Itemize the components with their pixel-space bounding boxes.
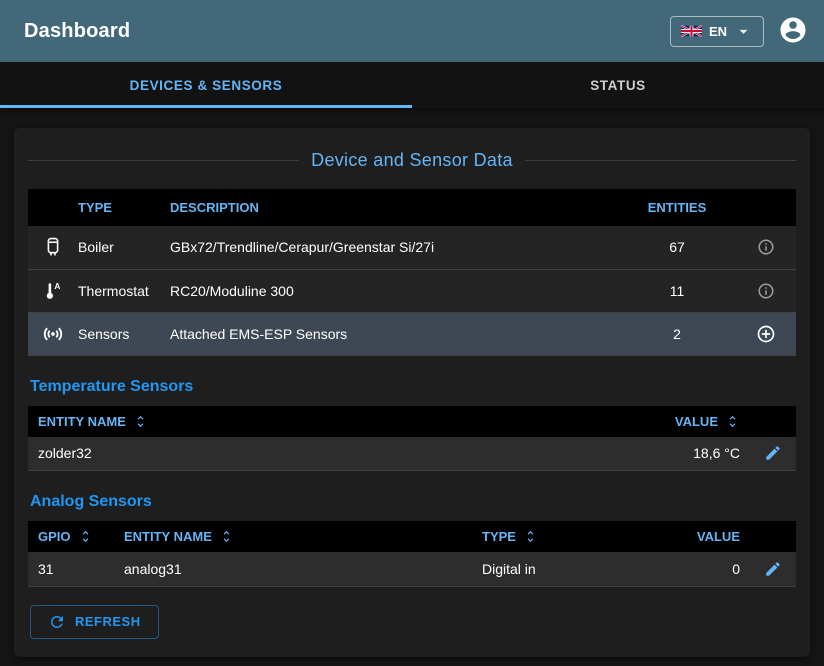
- column-label: TYPE: [482, 529, 516, 544]
- edit-icon[interactable]: [750, 437, 796, 471]
- column-header-entities: ENTITIES: [618, 189, 736, 226]
- edit-icon[interactable]: [750, 552, 796, 586]
- language-label: EN: [709, 24, 727, 39]
- info-icon[interactable]: [736, 226, 796, 269]
- column-header-icon: [28, 189, 78, 226]
- svg-text:A: A: [54, 281, 60, 290]
- refresh-label: REFRESH: [75, 614, 141, 629]
- card-title-row: Device and Sensor Data: [28, 150, 796, 171]
- column-header-type[interactable]: TYPE: [472, 521, 658, 552]
- column-label: GPIO: [38, 529, 71, 544]
- dashboard-card: Device and Sensor Data TYPE DESCRIPTION …: [14, 128, 810, 657]
- chevron-down-icon: [734, 22, 753, 41]
- sensor-type: Digital in: [472, 552, 658, 586]
- column-label: ENTITY NAME: [124, 529, 212, 544]
- divider: [525, 160, 796, 161]
- temperature-sensors-table: ENTITY NAME VALUE zolder32: [28, 406, 796, 472]
- device-type: Boiler: [78, 226, 170, 269]
- table-row-thermostat[interactable]: A Thermostat RC20/Moduline 300 11: [28, 269, 796, 312]
- info-icon[interactable]: [736, 269, 796, 312]
- page-title: Dashboard: [24, 20, 130, 43]
- device-type: Sensors: [78, 312, 170, 355]
- app-header: Dashboard EN: [0, 0, 824, 62]
- account-circle-icon: [778, 15, 808, 48]
- column-header-gpio[interactable]: GPIO: [28, 521, 114, 552]
- device-table-header-row: TYPE DESCRIPTION ENTITIES: [28, 189, 796, 226]
- sensor-entity-name: zolder32: [28, 437, 580, 471]
- table-row-sensors[interactable]: Sensors Attached EMS-ESP Sensors 2: [28, 312, 796, 355]
- table-row-analog-sensor[interactable]: 31 analog31 Digital in 0: [28, 552, 796, 586]
- add-circle-icon[interactable]: [736, 312, 796, 355]
- appbar-actions: EN: [670, 15, 808, 48]
- device-entities-count: 2: [618, 312, 736, 355]
- unfold-more-icon: [725, 414, 740, 429]
- sensor-value: 18,6 °C: [580, 437, 750, 471]
- unfold-more-icon: [523, 529, 538, 544]
- table-row-temperature-sensor[interactable]: zolder32 18,6 °C: [28, 437, 796, 471]
- device-type: Thermostat: [78, 269, 170, 312]
- column-header-entity-name[interactable]: ENTITY NAME: [28, 406, 580, 437]
- column-header-entity-name[interactable]: ENTITY NAME: [114, 521, 472, 552]
- device-entities-count: 11: [618, 269, 736, 312]
- device-description: Attached EMS-ESP Sensors: [170, 312, 618, 355]
- column-header-value[interactable]: VALUE: [658, 521, 750, 552]
- temperature-sensors-heading: Temperature Sensors: [30, 378, 796, 396]
- analog-sensors-table: GPIO ENTITY NAME TYPE: [28, 521, 796, 587]
- analog-table-header-row: GPIO ENTITY NAME TYPE: [28, 521, 796, 552]
- sensor-entity-name: analog31: [114, 552, 472, 586]
- column-header-value[interactable]: VALUE: [580, 406, 750, 437]
- account-button[interactable]: [778, 15, 808, 48]
- temperature-table-header-row: ENTITY NAME VALUE: [28, 406, 796, 437]
- language-selector-button[interactable]: EN: [670, 16, 764, 47]
- column-header-type: TYPE: [78, 189, 170, 226]
- column-label: VALUE: [675, 414, 718, 429]
- content-area: Device and Sensor Data TYPE DESCRIPTION …: [0, 108, 824, 657]
- table-row-boiler[interactable]: Boiler GBx72/Trendline/Cerapur/Greenstar…: [28, 226, 796, 269]
- unfold-more-icon: [219, 529, 234, 544]
- device-table: TYPE DESCRIPTION ENTITIES: [28, 189, 796, 356]
- tab-devices-sensors[interactable]: DEVICES & SENSORS: [0, 62, 412, 108]
- card-title: Device and Sensor Data: [311, 150, 513, 171]
- thermostat-icon: A: [28, 269, 78, 312]
- tab-status[interactable]: STATUS: [412, 62, 824, 108]
- tab-label: STATUS: [590, 78, 646, 93]
- boiler-icon: [28, 226, 78, 269]
- column-header-actions: [750, 406, 796, 437]
- column-header-description: DESCRIPTION: [170, 189, 618, 226]
- tab-bar: DEVICES & SENSORS STATUS: [0, 62, 824, 108]
- uk-flag-icon: [681, 25, 702, 37]
- active-tab-indicator: [0, 105, 412, 108]
- refresh-icon: [48, 613, 66, 631]
- sensor-gpio: 31: [28, 552, 114, 586]
- analog-sensors-heading: Analog Sensors: [30, 493, 796, 511]
- column-header-actions: [736, 189, 796, 226]
- unfold-more-icon: [78, 529, 93, 544]
- tab-label: DEVICES & SENSORS: [130, 78, 283, 93]
- column-label: ENTITY NAME: [38, 414, 126, 429]
- sensor-value: 0: [658, 552, 750, 586]
- unfold-more-icon: [133, 414, 148, 429]
- device-entities-count: 67: [618, 226, 736, 269]
- refresh-button[interactable]: REFRESH: [30, 605, 159, 639]
- device-description: RC20/Moduline 300: [170, 269, 618, 312]
- device-description: GBx72/Trendline/Cerapur/Greenstar Si/27i: [170, 226, 618, 269]
- divider: [28, 160, 299, 161]
- sensors-icon: [28, 312, 78, 355]
- column-header-actions: [750, 521, 796, 552]
